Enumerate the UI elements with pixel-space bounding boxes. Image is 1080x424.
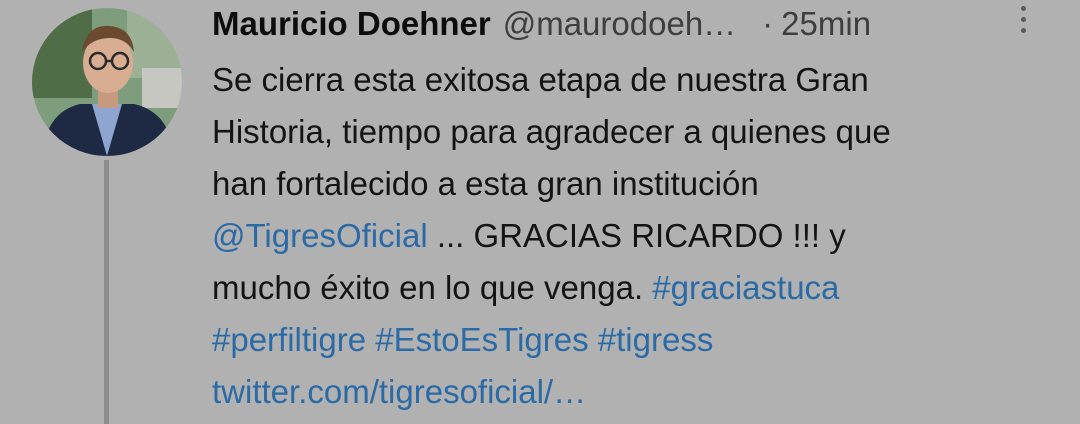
hashtag-link[interactable]: #tigress — [598, 321, 714, 358]
avatar-photo — [32, 8, 182, 156]
url-link[interactable]: twitter.com/tigresoficial/… — [212, 373, 586, 410]
author-handle[interactable]: @maurodoeh… — [503, 0, 736, 48]
author-avatar[interactable] — [32, 8, 182, 156]
tweet-text-line: Se cierra esta exitosa etapa de nuestra … — [212, 61, 869, 98]
tweet-text-line: Historia, tiempo para agradecer a quiene… — [212, 113, 891, 150]
tweet-text-fragment: ... GRACIAS RICARDO !!! y — [427, 217, 846, 254]
thread-connector-line — [104, 160, 109, 424]
mention-link[interactable]: @TigresOficial — [212, 217, 428, 254]
author-name[interactable]: Mauricio Doehner — [212, 0, 491, 48]
hashtag-link[interactable]: #graciastuca — [652, 269, 839, 306]
tweet-text-fragment: mucho éxito en lo que venga. — [212, 269, 653, 306]
tweet-text-line: twitter.com/tigresoficial/… — [212, 366, 1062, 418]
hashtag-link[interactable]: #perfiltigre — [212, 321, 366, 358]
tweet-text-line: #perfiltigre #EstoEsTigres #tigress — [212, 314, 1062, 366]
tweet-timestamp[interactable]: 25min — [781, 0, 871, 48]
tweet-text-line: mucho éxito en lo que venga. #graciastuc… — [212, 262, 1062, 314]
more-vertical-icon[interactable] — [1018, 6, 1028, 40]
header-separator: · — [762, 5, 774, 42]
tweet[interactable]: Mauricio Doehner @maurodoeh… · 25min Se … — [0, 0, 1080, 424]
hashtag-link[interactable]: #EstoEsTigres — [375, 321, 588, 358]
tweet-text-line: han fortalecido a esta gran institución — [212, 165, 759, 202]
tweet-text-line: @TigresOficial ... GRACIAS RICARDO !!! y — [212, 210, 1062, 262]
tweet-header: Mauricio Doehner @maurodoeh… · 25min — [212, 0, 1072, 48]
tweet-text: Se cierra esta exitosa etapa de nuestra … — [212, 54, 1062, 418]
